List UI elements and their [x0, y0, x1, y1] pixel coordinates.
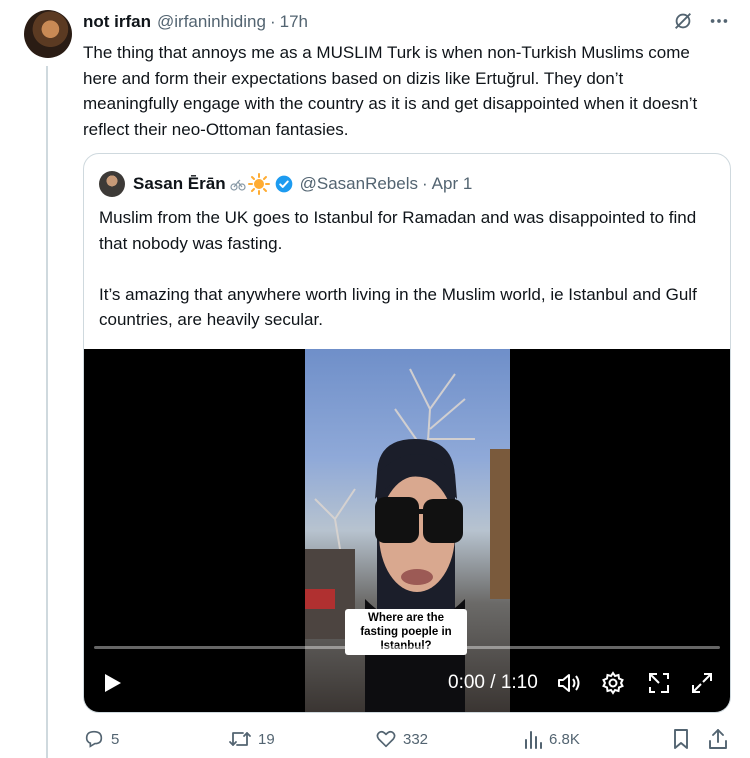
author-handle[interactable]: @irfaninhiding [157, 12, 266, 32]
fullscreen-icon[interactable] [690, 671, 714, 700]
video-frame: Where are the fasting poeple in Istanbul… [305, 349, 510, 712]
more-icon[interactable] [708, 10, 730, 32]
thread-line [46, 66, 48, 758]
tweet-text: The thing that annoys me as a MUSLIM Tur… [83, 43, 698, 139]
grok-icon[interactable] [672, 10, 694, 32]
video-scene [305, 368, 510, 712]
top-icons [672, 10, 730, 32]
views-button[interactable]: 6.8K [523, 728, 580, 750]
play-icon[interactable] [100, 671, 124, 700]
verified-badge-icon [274, 174, 294, 194]
bookmark-icon [671, 728, 691, 750]
quote-author-handle: @SasanRebels [299, 174, 418, 193]
settings-icon[interactable] [601, 671, 625, 700]
pip-icon[interactable] [647, 671, 671, 700]
name-emoji [230, 173, 270, 195]
repost-count: 19 [258, 730, 275, 748]
share-button[interactable] [707, 728, 729, 750]
quote-author-name: Sasan Ērān [133, 174, 226, 193]
separator: · [269, 12, 276, 31]
video-player[interactable]: Where are the fasting poeple in Istanbul… [84, 349, 730, 712]
author-name[interactable]: not irfan [83, 12, 151, 32]
like-count: 332 [403, 730, 429, 748]
video-progress-bar[interactable] [94, 646, 720, 649]
quote-avatar [99, 171, 125, 197]
avatar[interactable] [24, 10, 72, 58]
cyclist-icon [230, 179, 246, 191]
reply-icon [83, 728, 105, 750]
quote-separator: · [422, 174, 428, 193]
reply-button[interactable]: 5 [83, 728, 119, 750]
volume-icon[interactable] [556, 671, 582, 700]
action-bar: 5 19 332 6.8K [83, 728, 733, 756]
repost-icon [228, 728, 252, 750]
like-button[interactable]: 332 [375, 728, 428, 750]
sun-icon [247, 173, 270, 195]
quote-timestamp: Apr 1 [431, 174, 473, 193]
bookmark-button[interactable] [671, 728, 691, 750]
quote-header: Sasan Ērān @SasanRebels · Apr 1 [99, 170, 472, 198]
timestamp[interactable]: 17h [280, 12, 308, 32]
quoted-tweet[interactable]: Sasan Ērān @SasanRebels · Apr 1 Muslim f… [83, 153, 731, 713]
video-time: 0:00 / 1:10 [448, 672, 538, 693]
reply-count: 5 [111, 730, 120, 748]
views-icon [523, 728, 543, 750]
like-icon [375, 728, 397, 750]
share-icon [707, 728, 729, 750]
repost-button[interactable]: 19 [228, 728, 275, 750]
quote-text: Muslim from the UK goes to Istanbul for … [99, 208, 697, 329]
views-count: 6.8K [549, 730, 580, 748]
tweet-header: not irfan @irfaninhiding · 17h [83, 11, 308, 33]
